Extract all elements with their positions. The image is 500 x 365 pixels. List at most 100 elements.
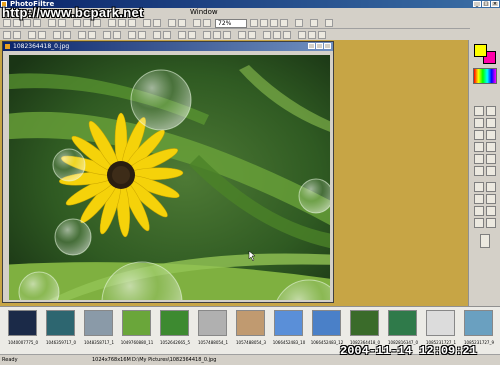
cut-icon[interactable]: [73, 19, 81, 27]
rectangle-selection-icon[interactable]: [474, 182, 484, 192]
lasso-selection-icon[interactable]: [474, 206, 484, 216]
contrast-icon[interactable]: [178, 19, 186, 27]
spray-tool-icon[interactable]: [486, 130, 496, 140]
advanced-brush-tool-icon[interactable]: [486, 142, 496, 152]
filter-sepia-icon[interactable]: [138, 31, 146, 39]
new-file-icon[interactable]: [3, 19, 11, 27]
filter-brightness-up-icon[interactable]: [28, 31, 36, 39]
flip-icon[interactable]: [153, 19, 161, 27]
saturation-icon[interactable]: [203, 19, 211, 27]
fill-shape-icon[interactable]: [480, 234, 490, 248]
filter-fade-icon[interactable]: [273, 31, 281, 39]
thumbnail-item[interactable]: 1040007775_0: [6, 310, 39, 345]
scanner-icon[interactable]: [310, 19, 318, 27]
thumbnail-item[interactable]: 1057488054_3: [234, 310, 267, 345]
filter-blur-icon[interactable]: [153, 31, 161, 39]
eyedropper-tool-icon[interactable]: [486, 106, 496, 116]
triangle-selection-icon[interactable]: [486, 206, 496, 216]
actual-size-icon[interactable]: [270, 19, 278, 27]
scroll-tool-icon[interactable]: [486, 166, 496, 176]
copy-icon[interactable]: [83, 19, 91, 27]
filter-texture-icon[interactable]: [188, 31, 196, 39]
filter-horizontal-flip-icon[interactable]: [248, 31, 256, 39]
thumbnail-item[interactable]: 1085231727_9: [462, 310, 495, 345]
foreground-color-swatch-front[interactable]: [474, 44, 487, 57]
thumbnail-item[interactable]: 1048358717_1: [82, 310, 115, 345]
document-window[interactable]: 1082364418_0.jpg: [2, 41, 334, 303]
thumbnail-item[interactable]: 1057488054_1: [196, 310, 229, 345]
maximize-button[interactable]: □: [482, 1, 490, 7]
thumbnail-item[interactable]: 1052642665_5: [158, 310, 191, 345]
clone-tool-icon[interactable]: [474, 166, 484, 176]
document-title-bar[interactable]: 1082364418_0.jpg: [3, 42, 333, 51]
filter-rotate-right-icon[interactable]: [223, 31, 231, 39]
filter-rotate-left-icon[interactable]: [213, 31, 221, 39]
filter-vertical-flip-icon[interactable]: [238, 31, 246, 39]
rounded-rect-selection-icon[interactable]: [474, 194, 484, 204]
polygon-selection-icon[interactable]: [486, 194, 496, 204]
filter-color-balance-icon[interactable]: [283, 31, 291, 39]
thumbnail-item[interactable]: 1066452483_12: [310, 310, 343, 345]
ellipse-selection-icon[interactable]: [486, 182, 496, 192]
filter-grayscale-icon[interactable]: [128, 31, 136, 39]
filter-gamma-down-icon[interactable]: [113, 31, 121, 39]
undo-icon[interactable]: [48, 19, 56, 27]
thumbnail-item[interactable]: 1082364418_0: [348, 310, 381, 345]
save-icon[interactable]: [23, 19, 31, 27]
thumbnail-item[interactable]: 1049760880_11: [120, 310, 153, 345]
filter-mirror-icon[interactable]: [203, 31, 211, 39]
open-file-icon[interactable]: [13, 19, 21, 27]
menu-window[interactable]: Window: [187, 8, 221, 17]
gamma-icon[interactable]: [193, 19, 201, 27]
zoom-in-icon[interactable]: [250, 19, 258, 27]
filter-plugin-icon[interactable]: [318, 31, 326, 39]
print-icon[interactable]: [33, 19, 41, 27]
filter-sharpen-icon[interactable]: [163, 31, 171, 39]
resize-icon[interactable]: [118, 19, 126, 27]
thumbnail-item[interactable]: 1046359717_0: [44, 310, 77, 345]
filter-autocontrast-icon[interactable]: [13, 31, 21, 39]
thumbnail-item[interactable]: 1082816347_0: [386, 310, 419, 345]
brush-tool-icon[interactable]: [474, 142, 484, 152]
doc-close-button[interactable]: [324, 43, 331, 49]
color-palette[interactable]: [473, 68, 497, 84]
close-button[interactable]: ×: [491, 1, 499, 7]
line-tool-icon[interactable]: [486, 118, 496, 128]
diamond-selection-icon[interactable]: [474, 218, 484, 228]
thumbnail-item[interactable]: 1066452483_10: [272, 310, 305, 345]
brightness-icon[interactable]: [168, 19, 176, 27]
smudge-tool-icon[interactable]: [486, 154, 496, 164]
help-icon[interactable]: [325, 19, 333, 27]
zoom-select[interactable]: 72%: [215, 19, 247, 28]
pointer-tool-icon[interactable]: [474, 106, 484, 116]
filter-contrast-down-icon[interactable]: [63, 31, 71, 39]
image-canvas[interactable]: [9, 55, 330, 300]
filter-autolevels-icon[interactable]: [3, 31, 11, 39]
filter-gamma-up-icon[interactable]: [103, 31, 111, 39]
zoom-out-icon[interactable]: [260, 19, 268, 27]
doc-maximize-button[interactable]: [316, 43, 323, 49]
paste-icon[interactable]: [93, 19, 101, 27]
filter-saturation-down-icon[interactable]: [88, 31, 96, 39]
filter-frame-icon[interactable]: [263, 31, 271, 39]
doc-minimize-button[interactable]: [308, 43, 315, 49]
filter-contrast-up-icon[interactable]: [53, 31, 61, 39]
magic-wand-tool-icon[interactable]: [474, 118, 484, 128]
fullscreen-icon[interactable]: [295, 19, 303, 27]
minimize-button[interactable]: _: [473, 1, 481, 7]
thumbnail-caption: 1040007775_0: [8, 340, 38, 345]
rotate-icon[interactable]: [143, 19, 151, 27]
filter-gradient-icon[interactable]: [308, 31, 316, 39]
crop-icon[interactable]: [108, 19, 116, 27]
thumbnail-item[interactable]: 1085231727_1: [424, 310, 457, 345]
filter-brightness-down-icon[interactable]: [38, 31, 46, 39]
filter-saturation-up-icon[interactable]: [78, 31, 86, 39]
canvas-size-icon[interactable]: [128, 19, 136, 27]
filter-text-icon[interactable]: [298, 31, 306, 39]
fill-tool-icon[interactable]: [474, 130, 484, 140]
fit-window-icon[interactable]: [280, 19, 288, 27]
blur-tool-icon[interactable]: [474, 154, 484, 164]
filter-dust-icon[interactable]: [178, 31, 186, 39]
redo-icon[interactable]: [58, 19, 66, 27]
custom-shape-selection-icon[interactable]: [486, 218, 496, 228]
